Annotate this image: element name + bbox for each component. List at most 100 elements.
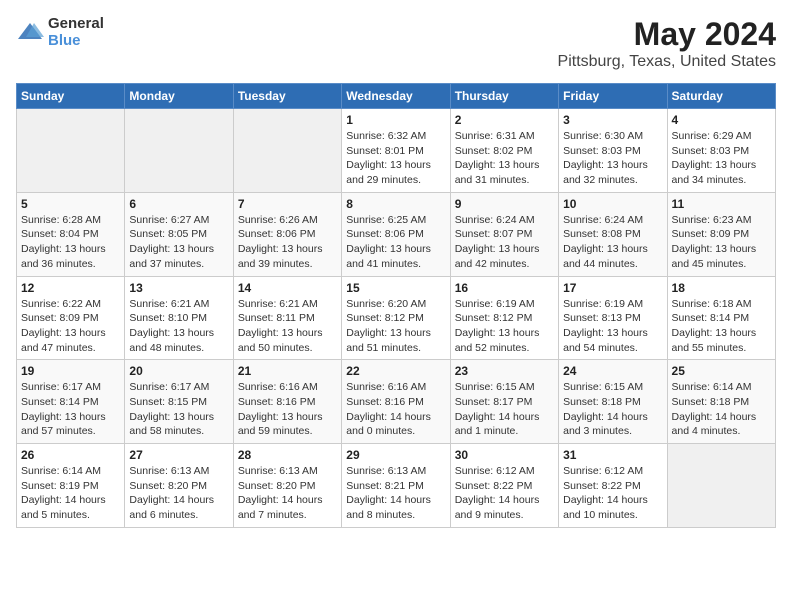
logo: General Blue (16, 16, 104, 49)
header-sunday: Sunday (17, 84, 125, 109)
day-number: 3 (563, 113, 662, 127)
day-info: Sunrise: 6:19 AMSunset: 8:12 PMDaylight:… (455, 297, 554, 356)
day-info: Sunrise: 6:14 AMSunset: 8:19 PMDaylight:… (21, 464, 120, 523)
day-info: Sunrise: 6:20 AMSunset: 8:12 PMDaylight:… (346, 297, 445, 356)
header-thursday: Thursday (450, 84, 558, 109)
calendar-cell: 7 Sunrise: 6:26 AMSunset: 8:06 PMDaylight… (233, 192, 341, 276)
calendar-cell: 23 Sunrise: 6:15 AMSunset: 8:17 PMDayligh… (450, 360, 558, 444)
day-info: Sunrise: 6:26 AMSunset: 8:06 PMDaylight:… (238, 213, 337, 272)
day-info: Sunrise: 6:27 AMSunset: 8:05 PMDaylight:… (129, 213, 228, 272)
day-number: 30 (455, 448, 554, 462)
calendar-cell: 26Sunrise: 6:14 AMSunset: 8:19 PMDayligh… (17, 444, 125, 528)
day-number: 22 (346, 364, 445, 378)
header-friday: Friday (559, 84, 667, 109)
logo-text: General Blue (48, 16, 104, 49)
calendar-cell: 29 Sunrise: 6:13 AMSunset: 8:21 PMDayligh… (342, 444, 450, 528)
logo-line1: General (48, 16, 104, 33)
day-info: Sunrise: 6:15 AMSunset: 8:17 PMDaylight:… (455, 380, 554, 439)
day-number: 1 (346, 113, 445, 127)
day-number: 18 (672, 281, 771, 295)
day-info: Sunrise: 6:24 AMSunset: 8:07 PMDaylight:… (455, 213, 554, 272)
calendar-week-1: 1 Sunrise: 6:32 AMSunset: 8:01 PMDaylight… (17, 109, 776, 193)
calendar-week-3: 12 Sunrise: 6:22 AMSunset: 8:09 PMDayligh… (17, 276, 776, 360)
day-number: 2 (455, 113, 554, 127)
calendar-cell (125, 109, 233, 193)
calendar-cell: 19 Sunrise: 6:17 AMSunset: 8:14 PMDayligh… (17, 360, 125, 444)
calendar-cell: 15 Sunrise: 6:20 AMSunset: 8:12 PMDayligh… (342, 276, 450, 360)
day-info: Sunrise: 6:32 AMSunset: 8:01 PMDaylight:… (346, 129, 445, 188)
header-tuesday: Tuesday (233, 84, 341, 109)
calendar-cell: 10 Sunrise: 6:24 AMSunset: 8:08 PMDayligh… (559, 192, 667, 276)
day-number: 28 (238, 448, 337, 462)
calendar-cell: 8 Sunrise: 6:25 AMSunset: 8:06 PMDaylight… (342, 192, 450, 276)
day-info: Sunrise: 6:21 AMSunset: 8:10 PMDaylight:… (129, 297, 228, 356)
day-number: 19 (21, 364, 120, 378)
day-number: 5 (21, 197, 120, 211)
day-number: 27 (129, 448, 228, 462)
calendar-cell: 16Sunrise: 6:19 AMSunset: 8:12 PMDayligh… (450, 276, 558, 360)
title-block: May 2024 Pittsburg, Texas, United States (558, 16, 776, 71)
calendar-cell: 2 Sunrise: 6:31 AMSunset: 8:02 PMDaylight… (450, 109, 558, 193)
calendar-cell: 22Sunrise: 6:16 AMSunset: 8:16 PMDayligh… (342, 360, 450, 444)
calendar-cell: 17 Sunrise: 6:19 AMSunset: 8:13 PMDayligh… (559, 276, 667, 360)
calendar-cell: 3 Sunrise: 6:30 AMSunset: 8:03 PMDaylight… (559, 109, 667, 193)
logo-icon (16, 19, 44, 47)
page-header: General Blue May 2024 Pittsburg, Texas, … (16, 16, 776, 71)
day-info: Sunrise: 6:14 AMSunset: 8:18 PMDaylight:… (672, 380, 771, 439)
logo-line2: Blue (48, 33, 104, 50)
calendar-cell: 5Sunrise: 6:28 AMSunset: 8:04 PMDaylight… (17, 192, 125, 276)
header-monday: Monday (125, 84, 233, 109)
calendar-cell (667, 444, 775, 528)
day-number: 8 (346, 197, 445, 211)
calendar-title: May 2024 (558, 16, 776, 53)
day-number: 13 (129, 281, 228, 295)
calendar-cell: 11Sunrise: 6:23 AMSunset: 8:09 PMDayligh… (667, 192, 775, 276)
calendar-cell: 24 Sunrise: 6:15 AMSunset: 8:18 PMDayligh… (559, 360, 667, 444)
day-info: Sunrise: 6:13 AMSunset: 8:20 PMDaylight:… (129, 464, 228, 523)
day-info: Sunrise: 6:19 AMSunset: 8:13 PMDaylight:… (563, 297, 662, 356)
day-info: Sunrise: 6:12 AMSunset: 8:22 PMDaylight:… (455, 464, 554, 523)
day-number: 7 (238, 197, 337, 211)
day-number: 21 (238, 364, 337, 378)
day-info: Sunrise: 6:17 AMSunset: 8:14 PMDaylight:… (21, 380, 120, 439)
day-number: 29 (346, 448, 445, 462)
day-number: 6 (129, 197, 228, 211)
calendar-cell: 14Sunrise: 6:21 AMSunset: 8:11 PMDayligh… (233, 276, 341, 360)
header-saturday: Saturday (667, 84, 775, 109)
day-number: 24 (563, 364, 662, 378)
day-number: 31 (563, 448, 662, 462)
calendar-cell: 31 Sunrise: 6:12 AMSunset: 8:22 PMDayligh… (559, 444, 667, 528)
day-number: 12 (21, 281, 120, 295)
day-number: 23 (455, 364, 554, 378)
day-info: Sunrise: 6:15 AMSunset: 8:18 PMDaylight:… (563, 380, 662, 439)
calendar-cell: 27 Sunrise: 6:13 AMSunset: 8:20 PMDayligh… (125, 444, 233, 528)
day-info: Sunrise: 6:12 AMSunset: 8:22 PMDaylight:… (563, 464, 662, 523)
day-info: Sunrise: 6:25 AMSunset: 8:06 PMDaylight:… (346, 213, 445, 272)
calendar-cell (17, 109, 125, 193)
calendar-cell: 28Sunrise: 6:13 AMSunset: 8:20 PMDayligh… (233, 444, 341, 528)
calendar-header-row: SundayMondayTuesdayWednesdayThursdayFrid… (17, 84, 776, 109)
calendar-week-4: 19 Sunrise: 6:17 AMSunset: 8:14 PMDayligh… (17, 360, 776, 444)
calendar-cell: 20 Sunrise: 6:17 AMSunset: 8:15 PMDayligh… (125, 360, 233, 444)
day-info: Sunrise: 6:17 AMSunset: 8:15 PMDaylight:… (129, 380, 228, 439)
day-info: Sunrise: 6:21 AMSunset: 8:11 PMDaylight:… (238, 297, 337, 356)
calendar-cell: 12 Sunrise: 6:22 AMSunset: 8:09 PMDayligh… (17, 276, 125, 360)
day-number: 20 (129, 364, 228, 378)
day-info: Sunrise: 6:29 AMSunset: 8:03 PMDaylight:… (672, 129, 771, 188)
day-info: Sunrise: 6:30 AMSunset: 8:03 PMDaylight:… (563, 129, 662, 188)
day-info: Sunrise: 6:13 AMSunset: 8:21 PMDaylight:… (346, 464, 445, 523)
calendar-cell: 21 Sunrise: 6:16 AMSunset: 8:16 PMDayligh… (233, 360, 341, 444)
calendar-cell: 25 Sunrise: 6:14 AMSunset: 8:18 PMDayligh… (667, 360, 775, 444)
day-number: 17 (563, 281, 662, 295)
day-info: Sunrise: 6:31 AMSunset: 8:02 PMDaylight:… (455, 129, 554, 188)
calendar-table: SundayMondayTuesdayWednesdayThursdayFrid… (16, 83, 776, 528)
calendar-cell: 13 Sunrise: 6:21 AMSunset: 8:10 PMDayligh… (125, 276, 233, 360)
day-number: 15 (346, 281, 445, 295)
calendar-cell (233, 109, 341, 193)
day-number: 10 (563, 197, 662, 211)
day-info: Sunrise: 6:22 AMSunset: 8:09 PMDaylight:… (21, 297, 120, 356)
day-number: 25 (672, 364, 771, 378)
calendar-cell: 1 Sunrise: 6:32 AMSunset: 8:01 PMDaylight… (342, 109, 450, 193)
day-info: Sunrise: 6:24 AMSunset: 8:08 PMDaylight:… (563, 213, 662, 272)
day-info: Sunrise: 6:16 AMSunset: 8:16 PMDaylight:… (238, 380, 337, 439)
